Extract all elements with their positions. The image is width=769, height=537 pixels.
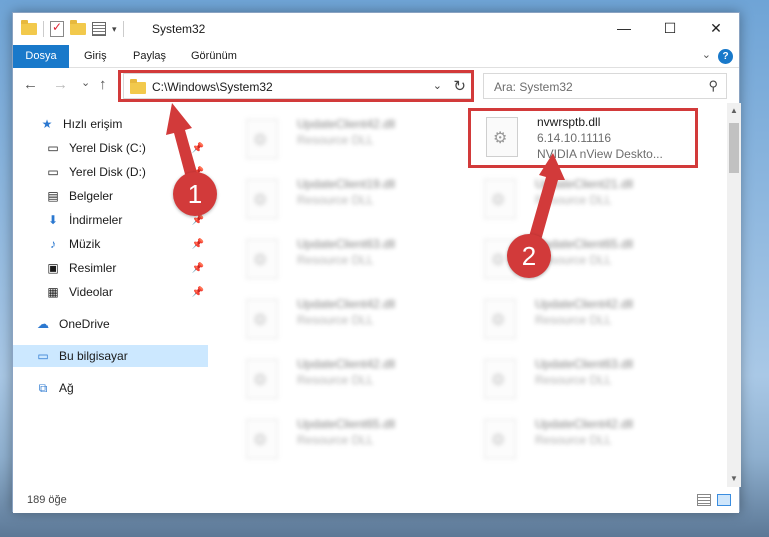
annotation-arrows: [166, 103, 565, 244]
step-badge-2: 2: [507, 234, 551, 278]
arrow-step-2: [528, 153, 565, 244]
step-badge-1: 1: [173, 172, 217, 216]
